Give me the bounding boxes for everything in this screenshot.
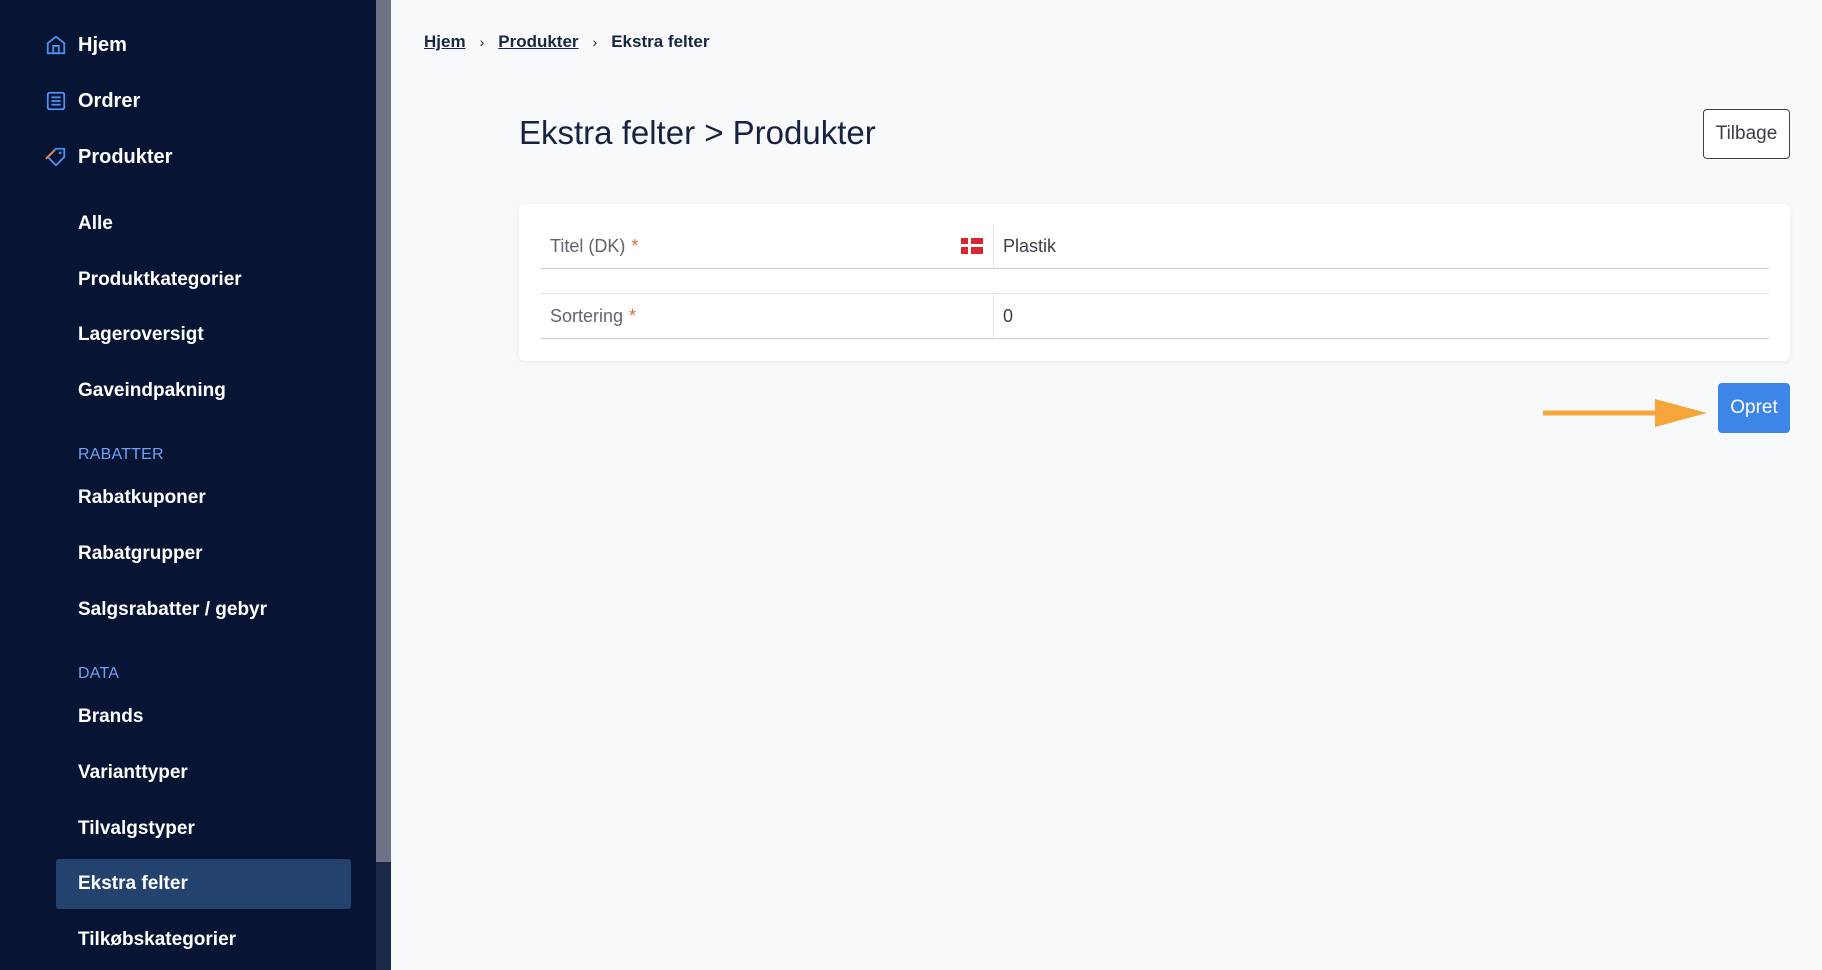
sidebar-item-gaveindpakning[interactable]: Gaveindpakning bbox=[78, 371, 226, 411]
chevron-right-icon: › bbox=[479, 34, 485, 50]
sidebar-item-tilkobskategorier[interactable]: Tilkøbskategorier bbox=[78, 920, 236, 960]
form-row-title: Titel (DK) * Plastik bbox=[541, 224, 1769, 269]
sidebar-item-produkter[interactable]: Produkter bbox=[44, 137, 172, 177]
breadcrumb-link-hjem[interactable]: Hjem bbox=[424, 32, 466, 52]
chevron-right-icon: › bbox=[592, 34, 598, 50]
sort-input[interactable]: 0 bbox=[1003, 294, 1013, 338]
sidebar-item-brands[interactable]: Brands bbox=[78, 697, 143, 737]
back-button[interactable]: Tilbage bbox=[1703, 109, 1790, 159]
page-title: Ekstra felter > Produkter bbox=[519, 114, 876, 151]
sort-label-text: Sortering bbox=[550, 305, 624, 326]
denmark-flag-icon bbox=[961, 238, 983, 254]
section-title-rabatter: RABATTER bbox=[78, 446, 164, 463]
sidebar: Hjem Ordrer Produkter Alle Produktkatego… bbox=[0, 0, 376, 970]
sidebar-item-label: Hjem bbox=[78, 33, 127, 56]
sidebar-item-rabatkuponer[interactable]: Rabatkuponer bbox=[78, 478, 206, 518]
section-title-data: DATA bbox=[78, 665, 120, 682]
home-icon bbox=[44, 33, 68, 57]
form-row-sort: Sortering * 0 bbox=[541, 294, 1769, 339]
sidebar-item-produktkategorier[interactable]: Produktkategorier bbox=[78, 260, 242, 300]
sidebar-item-label: Produkter bbox=[78, 145, 173, 168]
sidebar-item-ordrer[interactable]: Ordrer bbox=[44, 81, 140, 121]
create-button[interactable]: Opret bbox=[1718, 383, 1790, 433]
required-marker: * bbox=[631, 235, 639, 256]
breadcrumb-current: Ekstra felter bbox=[611, 32, 710, 51]
title-field-label: Titel (DK) * bbox=[550, 224, 638, 268]
field-divider bbox=[993, 294, 994, 338]
sidebar-item-hjem[interactable]: Hjem bbox=[44, 25, 127, 65]
sidebar-item-alle[interactable]: Alle bbox=[78, 204, 113, 244]
sidebar-item-ekstra-felter[interactable]: Ekstra felter bbox=[78, 864, 188, 904]
required-marker: * bbox=[629, 305, 637, 326]
sidebar-item-salgsrabatter[interactable]: Salgsrabatter / gebyr bbox=[78, 590, 267, 630]
orders-icon bbox=[44, 89, 68, 113]
tag-icon bbox=[44, 145, 68, 169]
sidebar-scrollbar-thumb[interactable] bbox=[376, 0, 391, 862]
form-card: Titel (DK) * Plastik Sortering * 0 bbox=[519, 204, 1790, 361]
sidebar-item-label: Ordrer bbox=[78, 89, 141, 112]
sidebar-item-tilvalgstyper[interactable]: Tilvalgstyper bbox=[78, 809, 195, 849]
arrow-annotation-icon bbox=[1543, 399, 1707, 427]
title-label-text: Titel (DK) bbox=[550, 235, 626, 256]
title-input[interactable]: Plastik bbox=[1003, 224, 1056, 268]
sidebar-item-lageroversigt[interactable]: Lageroversigt bbox=[78, 315, 204, 355]
field-divider bbox=[993, 224, 994, 268]
sidebar-item-varianttyper[interactable]: Varianttyper bbox=[78, 753, 188, 793]
sort-field-label: Sortering * bbox=[550, 294, 636, 338]
breadcrumb-link-produkter[interactable]: Produkter bbox=[498, 32, 578, 52]
breadcrumb: Hjem › Produkter › Ekstra felter bbox=[424, 32, 710, 52]
sidebar-item-rabatgrupper[interactable]: Rabatgrupper bbox=[78, 534, 203, 574]
